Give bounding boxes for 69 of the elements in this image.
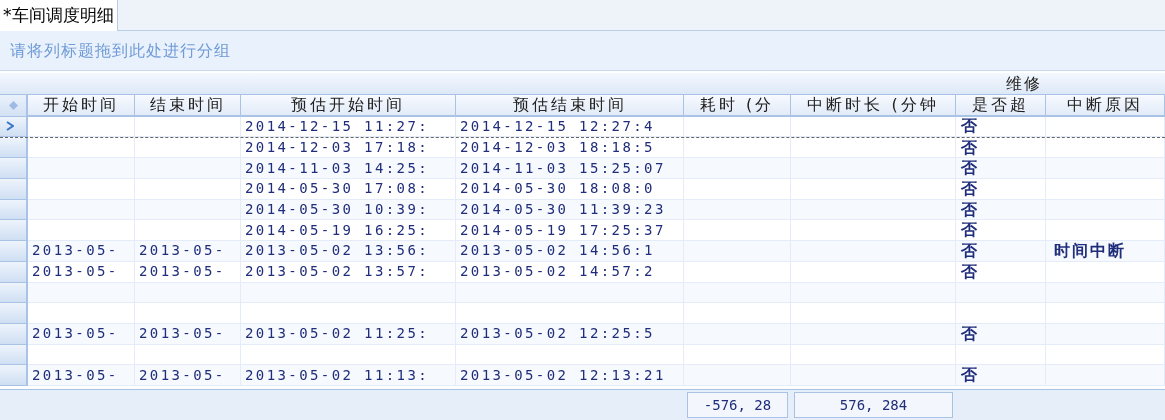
table-cell: 否 bbox=[956, 365, 1046, 386]
diamond-icon bbox=[8, 101, 18, 110]
table-cell: 否 bbox=[956, 323, 1046, 345]
table-cell: 2013-05-02 12:25:5 bbox=[456, 323, 684, 345]
table-cell: 否 bbox=[956, 241, 1046, 262]
table-cell: 2014-05-30 18:08:0 bbox=[456, 179, 684, 200]
table-cell: 2014-11-03 15:25:07 bbox=[456, 158, 684, 180]
column-header[interactable]: 中断原因 bbox=[1046, 95, 1165, 117]
column-header[interactable]: 预估开始时间 bbox=[241, 95, 456, 117]
tab[interactable]: *车间调度明细 bbox=[0, 0, 118, 31]
summary-value: 576, 284 bbox=[794, 392, 953, 419]
table-cell: 2013-05- bbox=[28, 323, 135, 345]
table-cell: 否 bbox=[956, 137, 1046, 159]
table-cell: 2013-05-02 12:13:21 bbox=[456, 365, 684, 386]
table-cell: 否 bbox=[956, 220, 1046, 242]
current-row-icon bbox=[6, 121, 14, 132]
table-row[interactable]: 2013-05- 2013-05- 2013-05-02 11:25: 2013-05-02 12:25:5 否 bbox=[0, 323, 1165, 345]
table-cell: 2013-05-02 11:13: bbox=[241, 365, 456, 386]
table-cell: 否 bbox=[956, 179, 1046, 200]
table-cell: 2014-12-03 17:18: bbox=[241, 137, 456, 159]
table-cell: 2014-05-19 17:25:37 bbox=[456, 220, 684, 242]
column-header[interactable]: 预估结束时间 bbox=[456, 95, 684, 117]
table-row[interactable]: 2014-12-03 17:18: 2014-12-03 18:18:5 否 bbox=[0, 137, 1165, 159]
table-cell: 2013-05- bbox=[28, 241, 135, 262]
table-cell: 时间中断 bbox=[1046, 241, 1165, 262]
table-row[interactable]: 2014-05-30 10:39: 2014-05-30 11:39:23 否 bbox=[0, 199, 1165, 221]
table-cell: 2013-05- bbox=[28, 365, 135, 386]
table-row[interactable]: 2014-05-19 16:25: 2014-05-19 17:25:37 否 bbox=[0, 220, 1165, 242]
table-cell: 2013-05- bbox=[135, 241, 241, 262]
table-row[interactable]: 2013-05- 2013-05- 2013-05-02 13:56: 2013-05-02 14:56:1 否 时间中断 bbox=[0, 241, 1165, 262]
table-cell: 2014-05-30 10:39: bbox=[241, 199, 456, 221]
summary-value: -576, 28 bbox=[687, 392, 788, 419]
table-cell: 2013-05- bbox=[135, 365, 241, 386]
table-cell: 2014-11-03 14:25: bbox=[241, 158, 456, 180]
table-cell: 否 bbox=[956, 199, 1046, 221]
table-row[interactable]: 2013-05- 2013-05- 2013-05-02 13:57: 2013-05-02 14:57:2 否 bbox=[0, 261, 1165, 283]
table-row[interactable]: 2014-11-03 14:25: 2014-11-03 15:25:07 否 bbox=[0, 158, 1165, 180]
table-cell: 2014-05-30 17:08: bbox=[241, 179, 456, 200]
table-cell: 2013-05- bbox=[135, 261, 241, 283]
table-cell: 2013-05-02 14:57:2 bbox=[456, 261, 684, 283]
table-cell: 否 bbox=[956, 261, 1046, 283]
table-cell: 2014-12-03 18:18:5 bbox=[456, 137, 684, 159]
table-cell: 2013-05-02 14:56:1 bbox=[456, 241, 684, 262]
group-panel: 请将列标题拖到此处进行分组 bbox=[0, 31, 1165, 71]
table-cell: 否 bbox=[956, 117, 1046, 137]
table-cell: 2014-12-15 11:27: bbox=[241, 117, 456, 137]
table-cell: 2014-05-19 16:25: bbox=[241, 220, 456, 242]
table-cell: 2013-05- bbox=[28, 261, 135, 283]
column-header[interactable]: 是否超 bbox=[956, 95, 1046, 117]
row-indicator[interactable] bbox=[0, 137, 28, 159]
column-header[interactable]: 开始时间 bbox=[28, 95, 135, 117]
table-row[interactable]: 2013-05- 2013-05- 2013-05-02 11:13: 2013-05-02 12:13:21 否 bbox=[0, 365, 1165, 386]
column-header[interactable]: 中断时长 (分钟 bbox=[791, 95, 956, 117]
table-cell: 2013-05-02 13:57: bbox=[241, 261, 456, 283]
table-cell: 2014-05-30 11:39:23 bbox=[456, 199, 684, 221]
column-header[interactable]: 耗时 (分 bbox=[684, 95, 791, 117]
table-row[interactable] bbox=[0, 303, 1165, 324]
column-header[interactable]: 结束时间 bbox=[135, 95, 241, 117]
band-header: 维修 bbox=[0, 73, 1165, 95]
table-row[interactable] bbox=[0, 282, 1165, 304]
table-cell: 否 bbox=[956, 158, 1046, 180]
table-row[interactable]: 2014-12-15 11:27: 2014-12-15 12:27:4 否 bbox=[0, 117, 1165, 138]
table-row[interactable]: 2014-05-30 17:08: 2014-05-30 18:08:0 否 bbox=[0, 179, 1165, 200]
row-indicator[interactable] bbox=[0, 117, 28, 137]
table-cell: 2013-05-02 11:25: bbox=[241, 323, 456, 345]
table-cell: 2014-12-15 12:27:4 bbox=[456, 117, 684, 137]
table-row[interactable] bbox=[0, 344, 1165, 366]
table-cell: 2013-05- bbox=[135, 323, 241, 345]
table-cell: 2013-05-02 13:56: bbox=[241, 241, 456, 262]
